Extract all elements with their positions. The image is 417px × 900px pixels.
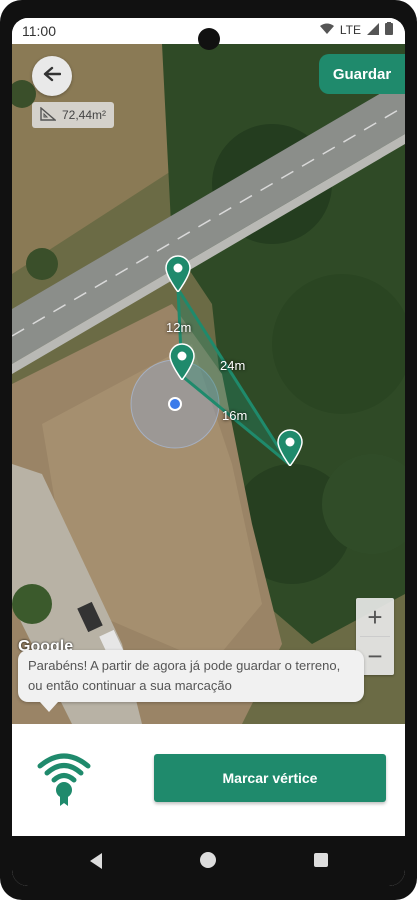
side-length-label: 24m <box>220 358 246 373</box>
nav-home-icon[interactable] <box>200 852 216 868</box>
zoom-in-button[interactable]: + <box>356 598 394 636</box>
map-imagery <box>12 44 405 724</box>
save-button[interactable]: Guardar <box>319 54 405 94</box>
side-length-label: 16m <box>222 408 248 423</box>
vertex-pin[interactable] <box>164 254 192 292</box>
ruler-triangle-icon <box>40 105 57 124</box>
status-icons: LTE <box>319 22 393 38</box>
back-button[interactable] <box>32 56 72 96</box>
battery-icon <box>385 22 393 38</box>
network-type: LTE <box>339 23 361 37</box>
phone-frame: 11:00 LTE 12m 24m 16m + − Guardar 72,44m… <box>0 0 417 900</box>
area-badge: 72,44m² <box>32 102 115 128</box>
bottom-panel: Marcar vértice <box>12 724 405 836</box>
nav-recent-apps-icon[interactable] <box>314 853 328 867</box>
vertex-pin[interactable] <box>168 342 196 380</box>
toast-message: Parabéns! A partir de agora já pode guar… <box>18 650 364 712</box>
toast-text: Parabéns! A partir de agora já pode guar… <box>28 658 341 693</box>
mark-vertex-button[interactable]: Marcar vértice <box>154 754 386 802</box>
area-value: 72,44m² <box>62 108 107 122</box>
nav-back-icon[interactable] <box>88 852 104 875</box>
arrow-left-icon <box>43 66 62 87</box>
front-camera <box>198 28 220 50</box>
gps-signal-icon <box>34 748 94 813</box>
status-time: 11:00 <box>22 23 56 39</box>
side-length-label: 12m <box>166 320 192 335</box>
cell-signal-icon <box>367 22 379 38</box>
system-navbar <box>12 836 405 886</box>
vertex-pin[interactable] <box>276 428 304 466</box>
satellite-map[interactable]: 12m 24m 16m + − <box>12 44 405 724</box>
screen: 11:00 LTE 12m 24m 16m + − Guardar 72,44m… <box>12 18 405 886</box>
wifi-icon <box>319 23 334 38</box>
